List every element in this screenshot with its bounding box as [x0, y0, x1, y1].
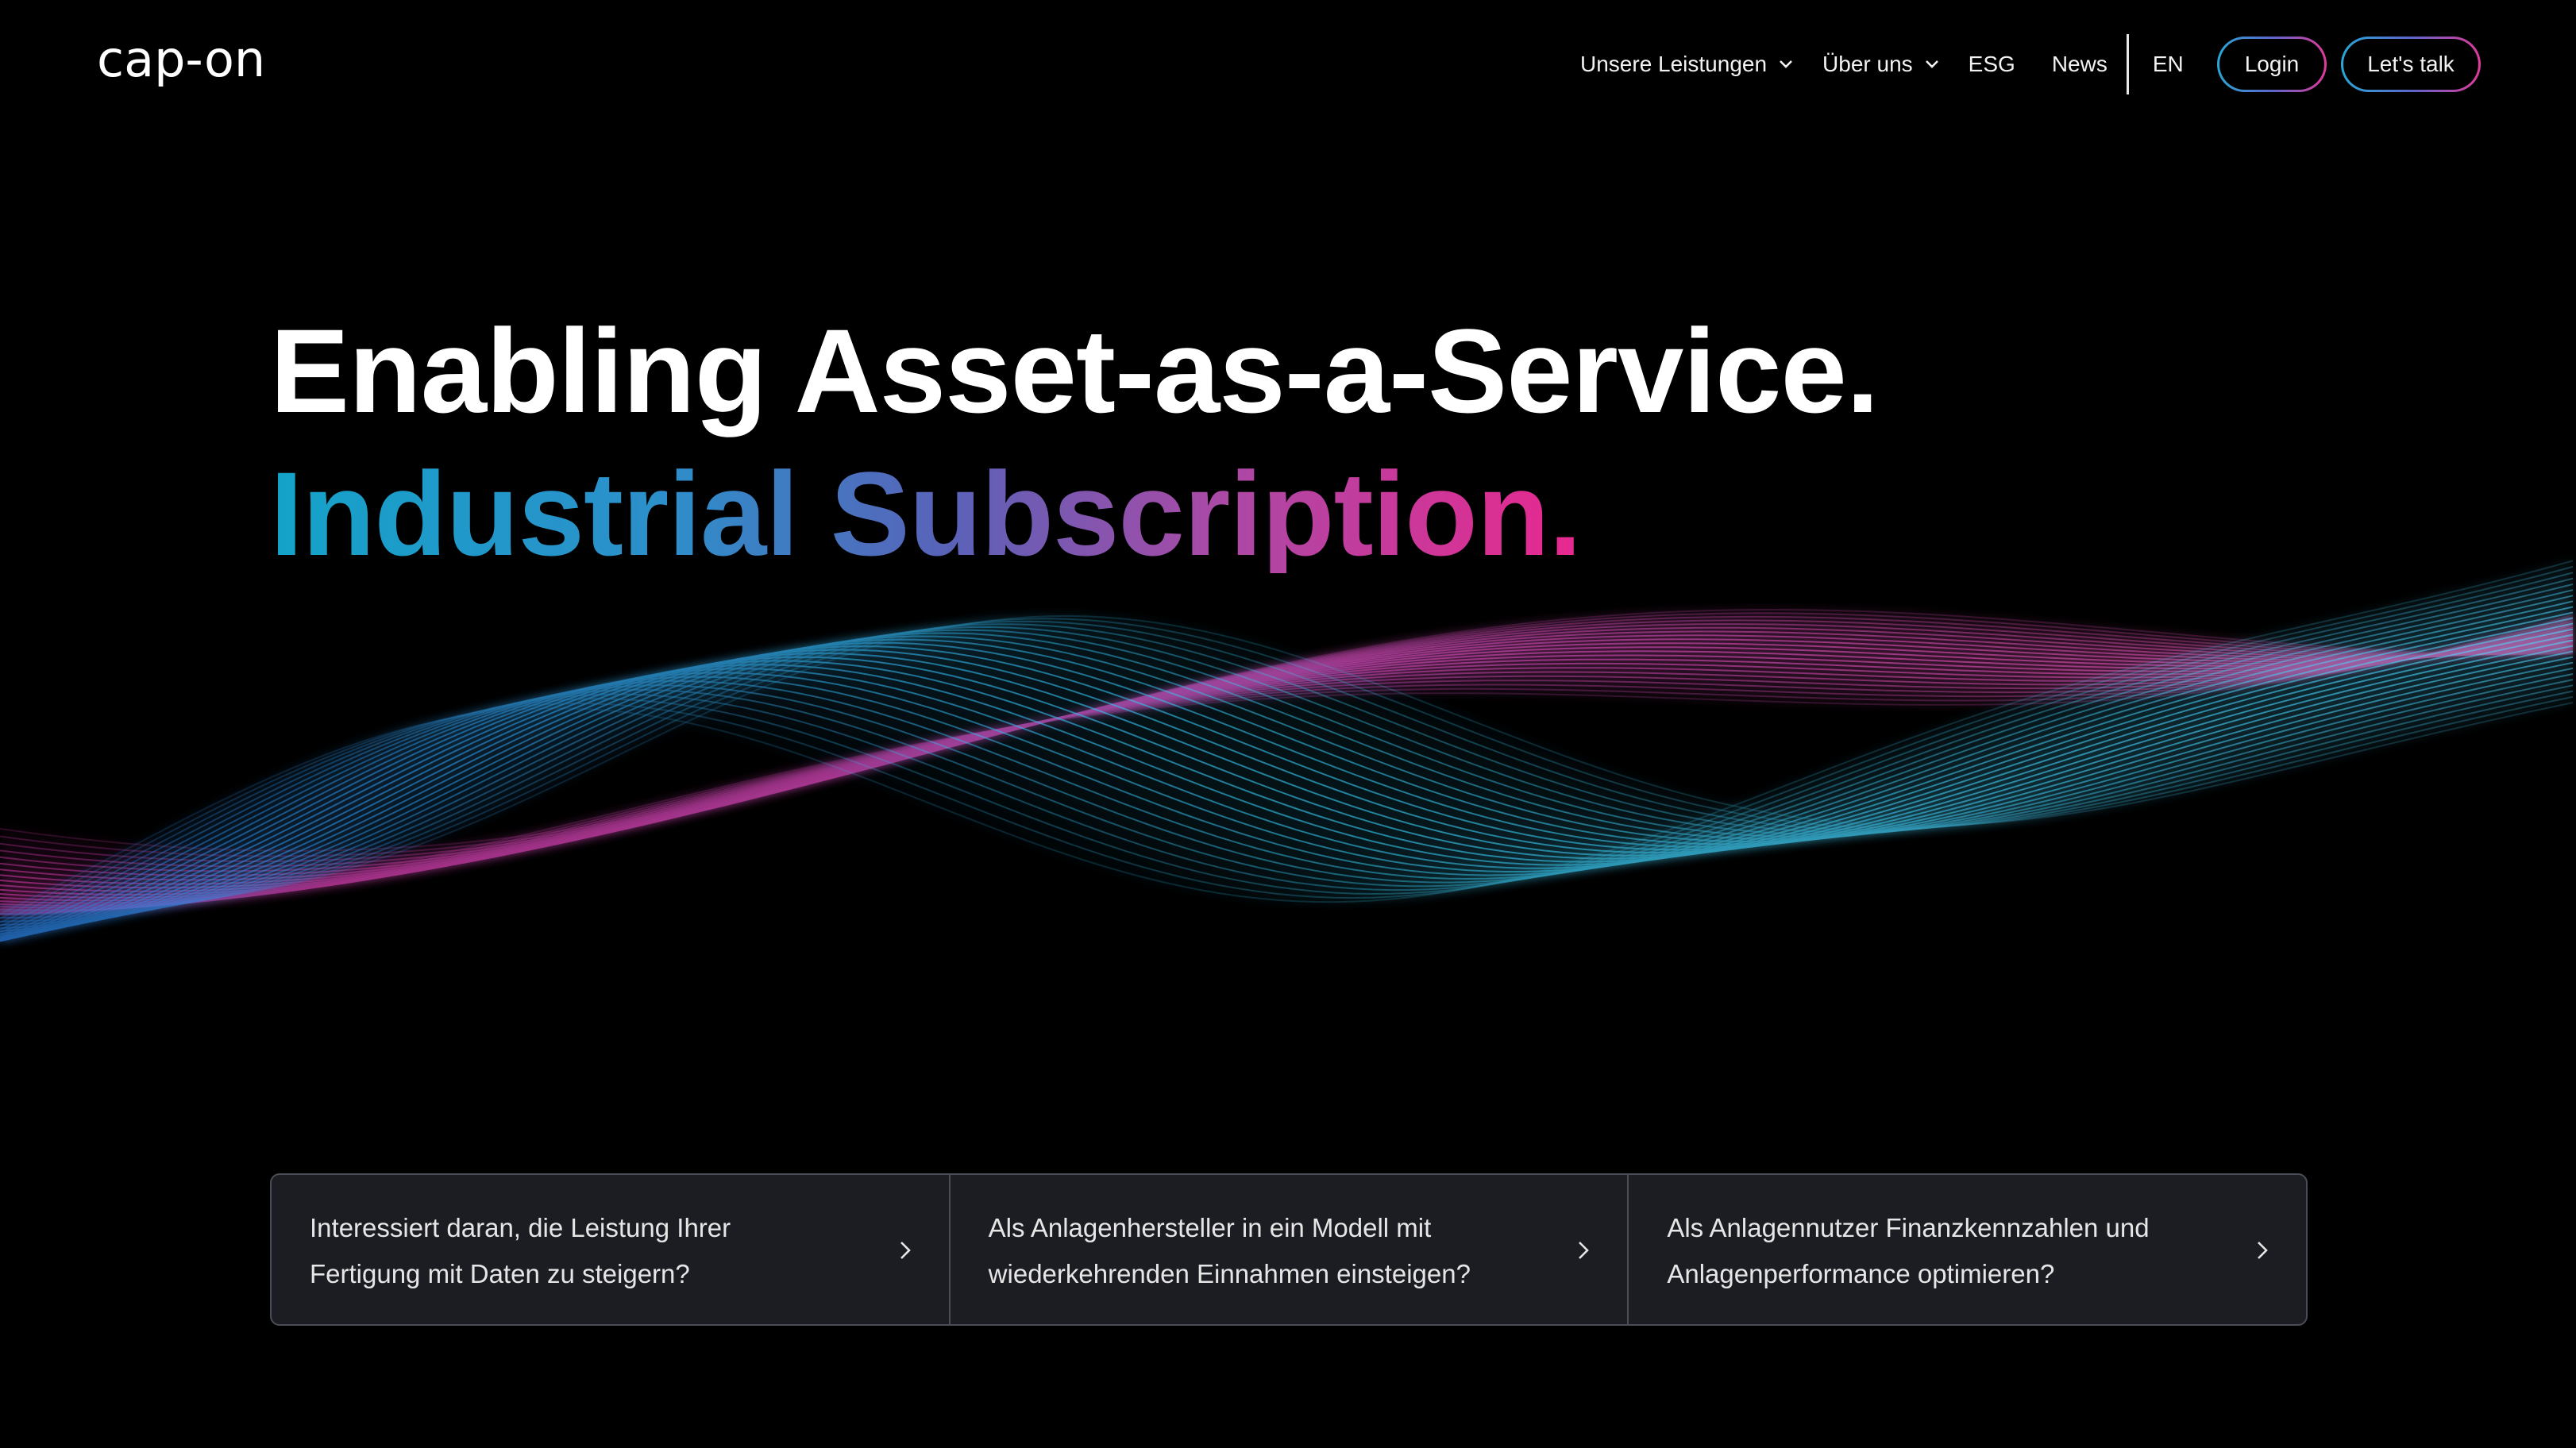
card-text: Als Anlagenhersteller in ein Modell mit …	[988, 1213, 1471, 1288]
logo-text: cap-on	[97, 30, 265, 88]
nav-item-unsere-leistungen[interactable]: Unsere Leistungen	[1580, 52, 1794, 77]
language-switch[interactable]: EN	[2153, 52, 2184, 77]
lets-talk-button[interactable]: Let's talk	[2341, 37, 2481, 92]
nav-item-label: Unsere Leistungen	[1580, 52, 1768, 76]
card-text: Interessiert daran, die Leistung Ihrer F…	[310, 1213, 731, 1288]
language-label: EN	[2152, 52, 2184, 76]
chevron-right-icon	[2258, 1242, 2268, 1259]
nav-item-label: News	[2051, 52, 2107, 76]
chevron-right-icon	[900, 1242, 911, 1259]
question-card-anlagenhersteller[interactable]: Als Anlagenhersteller in ein Modell mit …	[948, 1175, 1628, 1324]
chevron-right-icon	[1579, 1242, 1590, 1259]
nav-item-news[interactable]: News	[2052, 52, 2107, 77]
login-button[interactable]: Login	[2217, 37, 2327, 92]
nav-item-label: Über uns	[1822, 52, 1913, 76]
chevron-down-icon	[1780, 60, 1792, 68]
nav-divider	[2126, 34, 2129, 94]
card-text: Als Anlagennutzer Finanzkennzahlen und A…	[1667, 1213, 2150, 1288]
nav-item-label: ESG	[1968, 52, 2015, 76]
wave-line	[0, 595, 2574, 936]
login-label: Login	[2244, 52, 2300, 76]
chevron-down-icon	[1925, 60, 1938, 68]
hero-subtitle: Industrial Subscription.	[270, 447, 1582, 580]
question-card-anlagennutzer[interactable]: Als Anlagennutzer Finanzkennzahlen und A…	[1627, 1175, 2306, 1324]
main-navigation: Unsere Leistungen Über uns ESG News EN	[1580, 34, 2184, 94]
nav-item-ueber-uns[interactable]: Über uns	[1822, 52, 1940, 77]
wave-line	[0, 608, 2574, 852]
cap-on-logo[interactable]: cap-on	[97, 30, 287, 94]
question-card-fertigung[interactable]: Interessiert daran, die Leistung Ihrer F…	[272, 1175, 949, 1324]
hero-title: Enabling Asset-as-a-Service.	[270, 304, 1880, 437]
question-cards: Interessiert daran, die Leistung Ihrer F…	[270, 1173, 2308, 1326]
nav-item-esg[interactable]: ESG	[1969, 52, 2015, 77]
lets-talk-label: Let's talk	[2367, 52, 2455, 76]
